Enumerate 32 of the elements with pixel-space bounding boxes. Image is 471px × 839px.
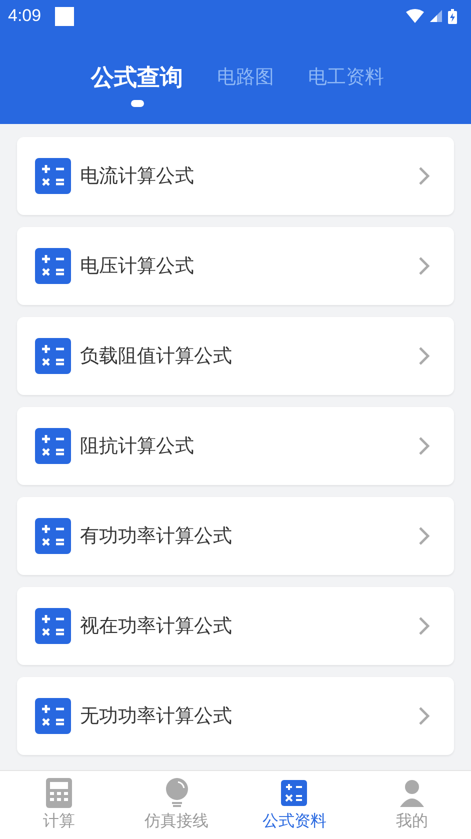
calculator-icon (46, 778, 72, 808)
status-time: 4:09 (8, 6, 42, 26)
chevron-right-icon (418, 346, 430, 366)
wifi-icon (406, 9, 424, 23)
formula-list-item[interactable]: 阻抗计算公式 (17, 407, 454, 485)
formula-list-item[interactable]: 负载阻值计算公式 (17, 317, 454, 395)
notification-icon (55, 6, 74, 26)
bottom-nav-tab[interactable]: 公式资料 (236, 771, 354, 839)
formula-list-item[interactable]: 视在功率计算公式 (17, 587, 454, 665)
top-tab[interactable]: 公式查询 (91, 62, 183, 108)
chevron-right-icon (418, 166, 430, 186)
signal-icon (430, 10, 442, 22)
formula-icon (281, 778, 308, 808)
formula-list-item[interactable]: 电流计算公式 (17, 137, 454, 215)
lightbulb-icon (164, 778, 190, 808)
chevron-right-icon (418, 616, 430, 636)
formula-list-item[interactable]: 电压计算公式 (17, 227, 454, 305)
chevron-right-icon (418, 436, 430, 456)
calculator-icon (35, 338, 71, 374)
calculator-icon (35, 518, 71, 554)
chevron-right-icon (418, 706, 430, 726)
formula-list-item[interactable]: 无功功率计算公式 (17, 677, 454, 755)
calculator-icon (35, 158, 71, 194)
chevron-right-icon (418, 526, 430, 546)
calculator-icon (35, 248, 71, 284)
calculator-icon (35, 698, 71, 734)
calculator-icon (35, 428, 71, 464)
calculator-icon (35, 608, 71, 644)
person-icon (399, 778, 426, 808)
battery-icon (448, 8, 457, 24)
formula-list-item[interactable]: 有功功率计算公式 (17, 497, 454, 575)
chevron-right-icon (418, 256, 430, 276)
